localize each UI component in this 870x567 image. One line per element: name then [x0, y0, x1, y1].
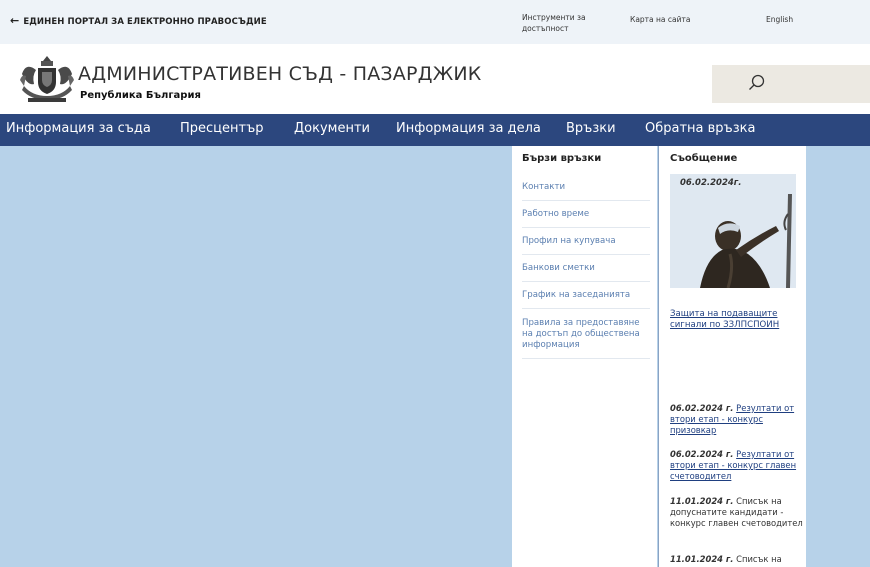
language-english-link[interactable]: English: [766, 14, 793, 25]
news-date: 11.01.2024 г.: [670, 496, 734, 506]
search-box[interactable]: [712, 65, 870, 103]
news-item: 06.02.2024 г. Резултати от втори етап - …: [670, 403, 805, 436]
news-item: 11.01.2024 г. Списък на допуснатите канд…: [670, 496, 805, 529]
news-date: 06.02.2024 г.: [670, 403, 734, 413]
nav-feedback[interactable]: Обратна връзка: [645, 121, 755, 136]
photo-date: 06.02.2024г.: [680, 178, 742, 188]
message-title: Съобщение: [670, 153, 738, 164]
portal-label: ЕДИНЕН ПОРТАЛ ЗА ЕЛЕКТРОННО ПРАВОСЪДИЕ: [23, 17, 267, 27]
country-subtitle: Република България: [80, 90, 201, 101]
top-bar: ← ЕДИНЕН ПОРТАЛ ЗА ЕЛЕКТРОННО ПРАВОСЪДИЕ …: [0, 0, 870, 44]
back-arrow-icon: ←: [10, 14, 20, 27]
portal-link[interactable]: ← ЕДИНЕН ПОРТАЛ ЗА ЕЛЕКТРОННО ПРАВОСЪДИЕ: [10, 14, 267, 27]
whistleblower-protection-link[interactable]: Защита на подаващите сигнали по ЗЗЛПСПОИ…: [670, 309, 802, 331]
justice-statue-image[interactable]: 06.02.2024г.: [670, 174, 796, 288]
court-title[interactable]: АДМИНИСТРАТИВЕН СЪД - ПАЗАРДЖИК: [78, 63, 481, 85]
sitemap-link[interactable]: Карта на сайта: [630, 14, 690, 25]
quick-links-panel: Бързи връзки Контакти Работно време Проф…: [512, 146, 657, 567]
quick-link-working-hours[interactable]: Работно време: [522, 209, 650, 228]
accessibility-tools-link[interactable]: Инструменти за достъпност: [522, 12, 602, 34]
main-nav: Информация за съда Пресцентър Документи …: [0, 114, 870, 146]
nav-court-info[interactable]: Информация за съда: [6, 121, 151, 136]
quick-link-buyer-profile[interactable]: Профил на купувача: [522, 236, 650, 255]
news-text: Списък на: [736, 554, 782, 564]
news-item: 11.01.2024 г. Списък на: [670, 554, 805, 565]
message-panel: Съобщение 06.02.2024г. Защита на подаващ…: [658, 146, 806, 567]
quick-link-hearing-schedule[interactable]: График на заседанията: [522, 290, 650, 309]
quick-links-title: Бързи връзки: [522, 153, 602, 164]
news-date: 11.01.2024 г.: [670, 554, 734, 564]
news-date: 06.02.2024 г.: [670, 449, 734, 459]
nav-press-center[interactable]: Пресцентър: [180, 121, 264, 136]
quick-link-contacts[interactable]: Контакти: [522, 182, 650, 201]
quick-link-bank-accounts[interactable]: Банкови сметки: [522, 263, 650, 282]
nav-links[interactable]: Връзки: [566, 121, 616, 136]
nav-case-info[interactable]: Информация за дела: [396, 121, 541, 136]
news-item: 06.02.2024 г. Резултати от втори етап - …: [670, 449, 805, 482]
coat-of-arms-logo[interactable]: [16, 54, 78, 104]
nav-documents[interactable]: Документи: [294, 121, 370, 136]
quick-link-public-info-rules[interactable]: Правила за предоставяне на достъп до общ…: [522, 318, 650, 359]
statue-illustration: [670, 174, 796, 288]
search-icon[interactable]: [748, 74, 766, 92]
